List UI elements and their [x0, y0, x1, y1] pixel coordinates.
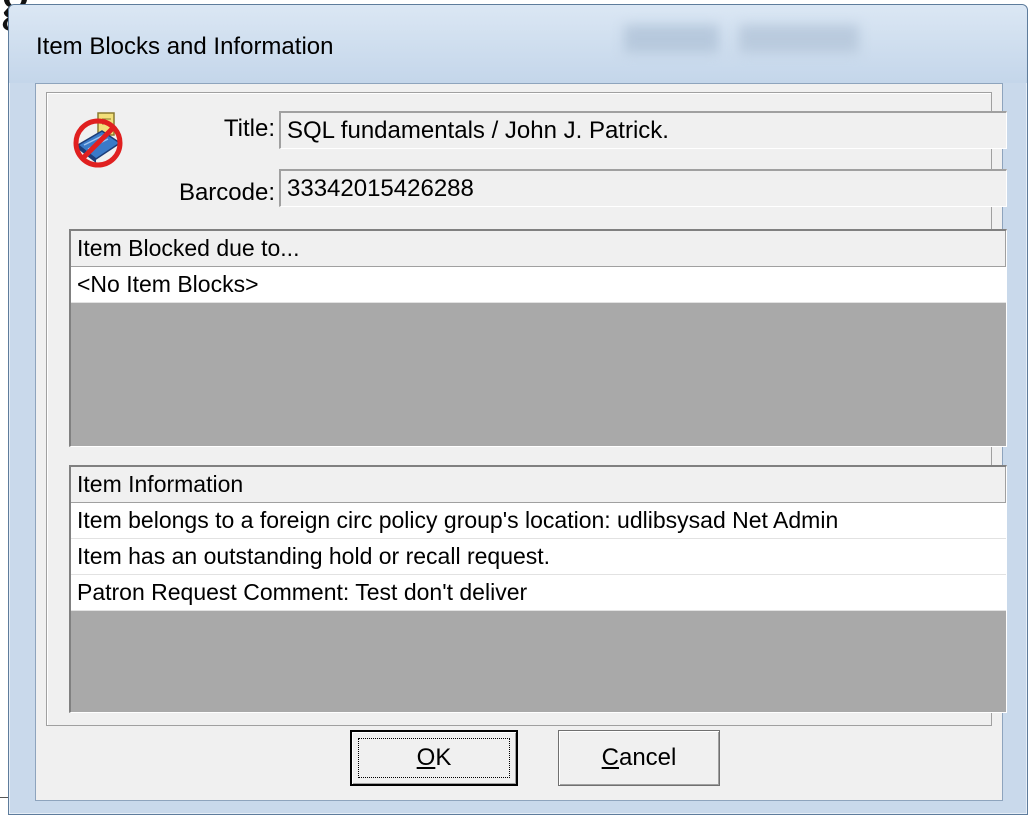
cancel-mnemonic: C	[601, 744, 619, 771]
title-bar-blur	[739, 25, 859, 53]
title-bar[interactable]: Item Blocks and Information	[9, 5, 1027, 83]
window-title: Item Blocks and Information	[36, 33, 334, 60]
dialog-client-area: Title: SQL fundamentals / John J. Patric…	[35, 83, 1007, 801]
item-blocks-list[interactable]: Item Blocked due to... <No Item Blocks>	[69, 229, 1007, 447]
item-blocks-header[interactable]: Item Blocked due to...	[71, 231, 1006, 267]
list-item[interactable]: Item has an outstanding hold or recall r…	[71, 539, 1006, 575]
barcode-label: Barcode:	[178, 179, 275, 206]
content-groupbox: Title: SQL fundamentals / John J. Patric…	[46, 92, 1007, 726]
cancel-button[interactable]: Cancel	[558, 730, 720, 786]
item-information-header[interactable]: Item Information	[71, 467, 1006, 503]
title-field[interactable]: SQL fundamentals / John J. Patrick.	[279, 111, 1007, 149]
dialog-window: Item Blocks and Information Title: SQL f…	[8, 4, 1028, 815]
list-item[interactable]: <No Item Blocks>	[71, 267, 1006, 303]
title-bar-blur	[624, 25, 719, 53]
list-item[interactable]: Item belongs to a foreign circ policy gr…	[71, 503, 1006, 539]
cancel-label: ancel	[618, 744, 677, 771]
blocked-item-icon	[73, 112, 123, 168]
barcode-field[interactable]: 33342015426288	[279, 169, 1007, 207]
focus-rectangle	[358, 738, 510, 778]
ok-button[interactable]: OK	[350, 730, 518, 786]
list-item[interactable]: Patron Request Comment: Test don't deliv…	[71, 575, 1006, 611]
title-label: Title:	[223, 115, 275, 142]
item-information-list[interactable]: Item Information Item belongs to a forei…	[69, 465, 1007, 713]
